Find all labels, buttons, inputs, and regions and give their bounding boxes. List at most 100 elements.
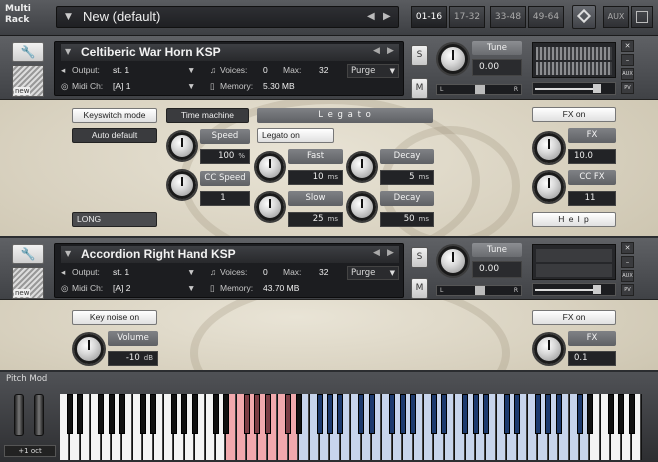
black-key[interactable] bbox=[326, 394, 333, 434]
octave-shift[interactable]: +1 oct bbox=[4, 445, 56, 457]
cc-speed-knob[interactable] bbox=[168, 171, 196, 199]
fx-on-button[interactable]: FX on bbox=[532, 107, 616, 122]
black-key[interactable] bbox=[77, 394, 84, 434]
decay-fast-value[interactable]: 5 ms bbox=[380, 170, 434, 185]
aux-toggle[interactable]: AUX bbox=[621, 270, 634, 282]
purge-dropdown[interactable]: Purge ▼ bbox=[347, 64, 399, 78]
black-key[interactable] bbox=[576, 394, 583, 434]
volume-slider[interactable] bbox=[532, 82, 616, 95]
pan-slider[interactable]: LR bbox=[436, 285, 522, 296]
black-key[interactable] bbox=[628, 394, 635, 434]
black-key[interactable] bbox=[586, 394, 593, 434]
rack-name-field[interactable]: ▼ New (default) ◀ ▶ bbox=[56, 6, 399, 28]
speed-knob[interactable] bbox=[168, 132, 196, 160]
aux-toggle[interactable]: AUX bbox=[621, 68, 634, 80]
black-key[interactable] bbox=[410, 394, 417, 434]
wrench-button[interactable]: 🔧 bbox=[12, 244, 44, 264]
instrument-title-bar[interactable]: ▼ Accordion Right Hand KSP ◀ ▶ bbox=[61, 246, 399, 263]
mute-button[interactable]: M bbox=[411, 78, 428, 99]
pan-slider[interactable]: LR bbox=[436, 84, 522, 95]
auto-default-button[interactable]: Auto default bbox=[72, 128, 157, 143]
pitch-wheel[interactable] bbox=[14, 394, 24, 436]
black-key[interactable] bbox=[295, 394, 302, 434]
instrument-title-bar[interactable]: ▼ Celtiberic War Horn KSP ◀ ▶ bbox=[61, 44, 399, 61]
dropdown-arrow-icon[interactable]: ▼ bbox=[187, 81, 195, 91]
dropdown-arrow-icon[interactable]: ▼ bbox=[65, 12, 72, 22]
black-key[interactable] bbox=[441, 394, 448, 434]
volume-knob[interactable] bbox=[74, 334, 104, 364]
black-key[interactable] bbox=[181, 394, 188, 434]
black-key[interactable] bbox=[430, 394, 437, 434]
minimize-icon[interactable]: – bbox=[621, 54, 634, 66]
black-key[interactable] bbox=[545, 394, 552, 434]
prev-arrow-icon[interactable]: ◀ bbox=[373, 46, 380, 56]
black-key[interactable] bbox=[462, 394, 469, 434]
black-key[interactable] bbox=[389, 394, 396, 434]
black-key[interactable] bbox=[285, 394, 292, 434]
midi-channel-value[interactable]: [A] 2 bbox=[113, 283, 130, 293]
view-button[interactable] bbox=[631, 6, 653, 28]
prev-arrow-icon[interactable]: ◀ bbox=[373, 248, 380, 258]
black-key[interactable] bbox=[472, 394, 479, 434]
black-key[interactable] bbox=[212, 394, 219, 434]
tune-value[interactable]: 0.00 bbox=[472, 59, 522, 76]
black-key[interactable] bbox=[482, 394, 489, 434]
black-key[interactable] bbox=[98, 394, 105, 434]
next-arrow-icon[interactable]: ▶ bbox=[387, 46, 394, 56]
close-icon[interactable]: ✕ bbox=[621, 40, 634, 52]
black-key[interactable] bbox=[254, 394, 261, 434]
black-key[interactable] bbox=[264, 394, 271, 434]
volume-value[interactable]: -10 dB bbox=[108, 351, 158, 366]
black-key[interactable] bbox=[514, 394, 521, 434]
black-key[interactable] bbox=[534, 394, 541, 434]
black-key[interactable] bbox=[358, 394, 365, 434]
page-tab-3[interactable]: 33-48 bbox=[490, 6, 526, 28]
black-key[interactable] bbox=[222, 394, 229, 434]
fx-value[interactable]: 10.0 bbox=[568, 149, 616, 164]
long-articulation-display[interactable]: LONG bbox=[72, 212, 157, 227]
black-key[interactable] bbox=[399, 394, 406, 434]
cc-fx-value[interactable]: 11 bbox=[568, 191, 616, 206]
black-key[interactable] bbox=[618, 394, 625, 434]
volume-slider[interactable] bbox=[532, 283, 616, 296]
tune-knob[interactable] bbox=[438, 44, 468, 74]
black-key[interactable] bbox=[607, 394, 614, 434]
black-key[interactable] bbox=[66, 394, 73, 434]
dropdown-arrow-icon[interactable]: ▼ bbox=[187, 283, 195, 293]
prev-arrow-icon[interactable]: ◀ bbox=[367, 11, 375, 22]
dropdown-arrow-icon[interactable]: ▼ bbox=[65, 47, 71, 56]
pv-toggle[interactable]: PV bbox=[621, 284, 634, 296]
aux-button[interactable]: AUX bbox=[603, 6, 629, 28]
max-voices-value[interactable]: 32 bbox=[319, 267, 328, 277]
dropdown-arrow-icon[interactable]: ▼ bbox=[65, 249, 71, 258]
fx-on-button[interactable]: FX on bbox=[532, 310, 616, 325]
speed-value[interactable]: 100% bbox=[200, 149, 250, 164]
black-key[interactable] bbox=[139, 394, 146, 434]
decay-slow-knob[interactable] bbox=[348, 193, 376, 221]
black-key[interactable] bbox=[555, 394, 562, 434]
decay-fast-knob[interactable] bbox=[348, 153, 376, 181]
pv-toggle[interactable]: PV bbox=[621, 82, 634, 94]
fx-knob[interactable] bbox=[534, 334, 564, 364]
dropdown-arrow-icon[interactable]: ▼ bbox=[187, 65, 195, 75]
output-value[interactable]: st. 1 bbox=[113, 267, 129, 277]
dropdown-arrow-icon[interactable]: ▼ bbox=[187, 267, 195, 277]
black-key[interactable] bbox=[108, 394, 115, 434]
black-key[interactable] bbox=[243, 394, 250, 434]
black-key[interactable] bbox=[191, 394, 198, 434]
mod-wheel[interactable] bbox=[34, 394, 44, 436]
time-machine-button[interactable]: Time machine bbox=[166, 108, 249, 123]
cc-fx-knob[interactable] bbox=[534, 172, 564, 202]
tune-value[interactable]: 0.00 bbox=[472, 261, 522, 278]
legato-on-button[interactable]: Legato on bbox=[257, 128, 334, 143]
page-tab-1[interactable]: 01-16 bbox=[411, 6, 447, 28]
solo-button[interactable]: S bbox=[411, 45, 428, 66]
solo-button[interactable]: S bbox=[411, 247, 428, 268]
purge-dropdown[interactable]: Purge ▼ bbox=[347, 266, 399, 280]
next-arrow-icon[interactable]: ▶ bbox=[383, 11, 391, 22]
black-key[interactable] bbox=[337, 394, 344, 434]
fx-knob[interactable] bbox=[534, 133, 564, 163]
black-key[interactable] bbox=[368, 394, 375, 434]
slow-knob[interactable] bbox=[256, 193, 284, 221]
page-tab-4[interactable]: 49-64 bbox=[528, 6, 564, 28]
